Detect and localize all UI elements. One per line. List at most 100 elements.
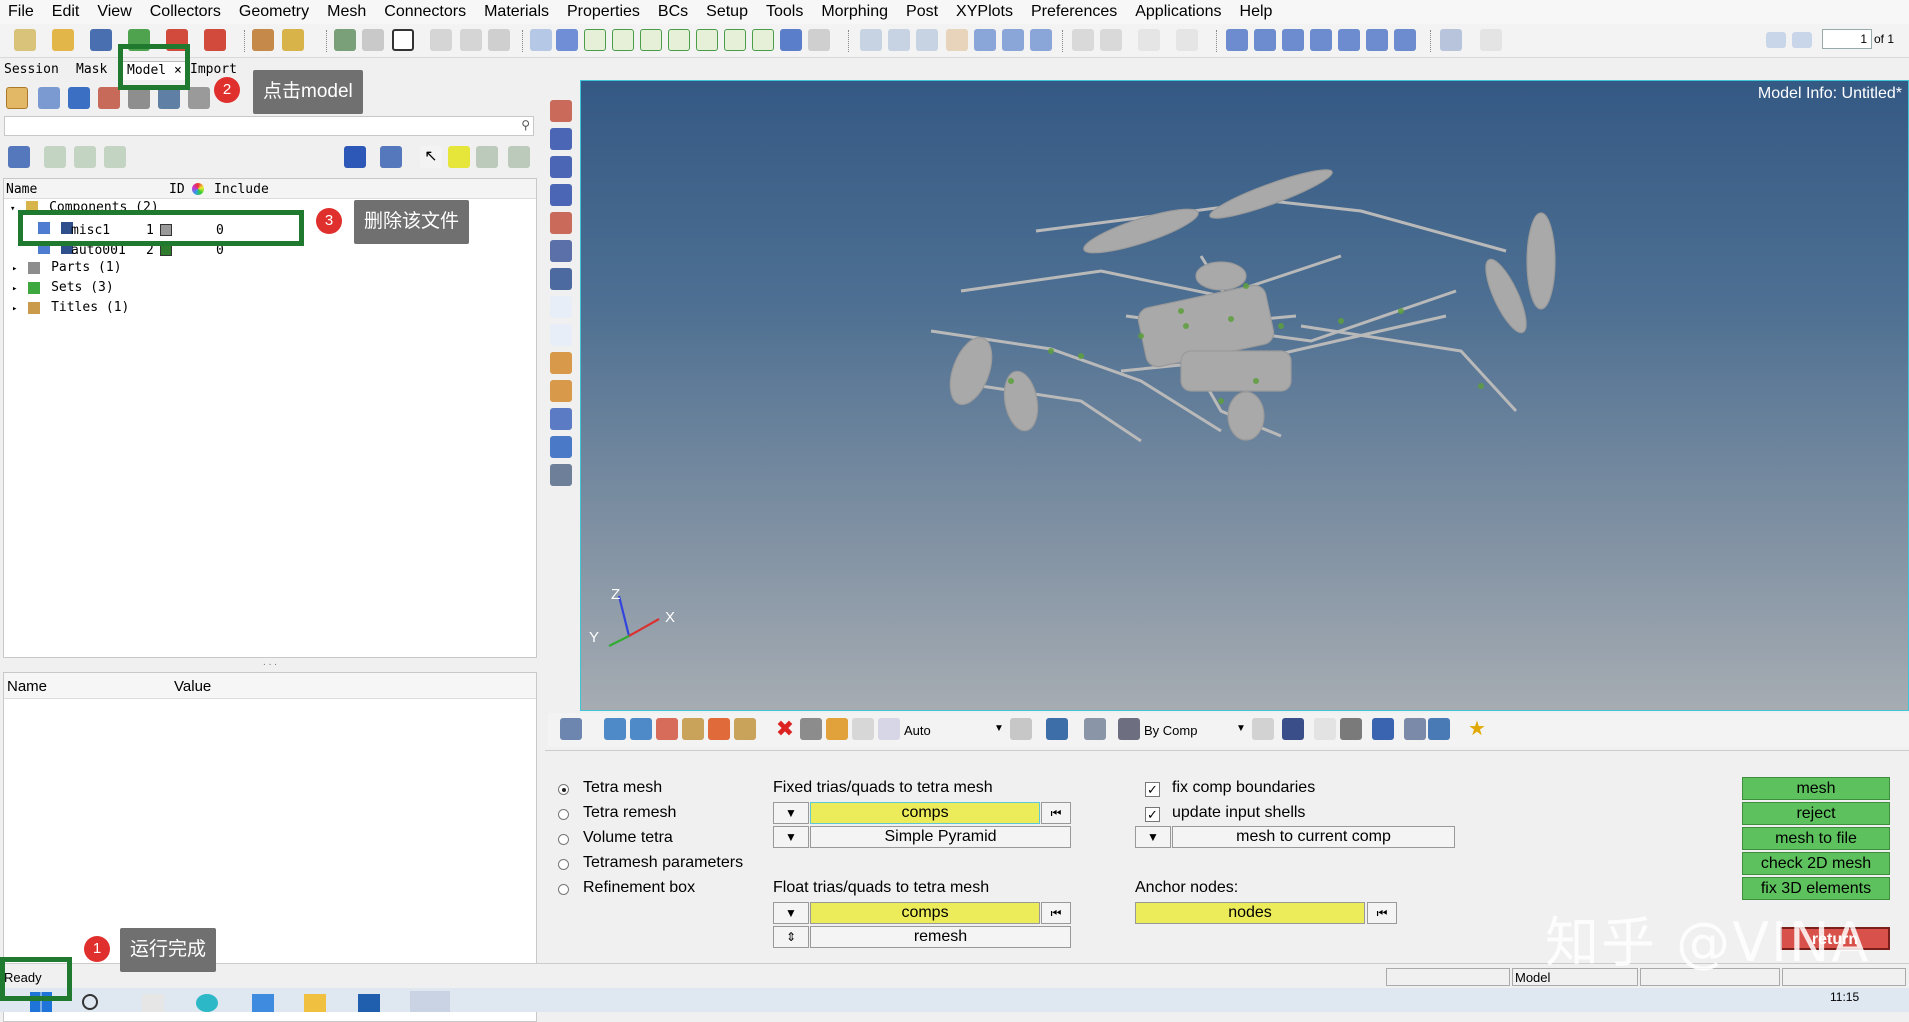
mesh-dest-selector[interactable]: ▼ bbox=[1135, 826, 1171, 848]
shading-icon[interactable] bbox=[1010, 718, 1032, 740]
tool-12-icon[interactable] bbox=[550, 408, 572, 430]
tab-import[interactable]: Import bbox=[186, 61, 248, 80]
show-icon[interactable] bbox=[44, 146, 66, 168]
page-layout-icon[interactable] bbox=[362, 29, 384, 51]
by-comp-select[interactable]: By Comp bbox=[1144, 723, 1236, 741]
update-input-shells-checkbox[interactable]: ✓ bbox=[1145, 807, 1160, 822]
collapse-icon[interactable]: ▾ bbox=[10, 204, 15, 214]
expand-tree-icon[interactable] bbox=[8, 146, 30, 168]
entity-display-icon[interactable] bbox=[380, 146, 402, 168]
mask-icon[interactable] bbox=[800, 718, 822, 740]
feature-icon[interactable] bbox=[1404, 718, 1426, 740]
tool-3-icon[interactable] bbox=[550, 156, 572, 178]
chevron-down-icon[interactable]: ▼ bbox=[994, 723, 1004, 734]
fit-icon[interactable] bbox=[860, 29, 882, 51]
line-icon[interactable] bbox=[1314, 718, 1336, 740]
view-side-icon[interactable] bbox=[752, 29, 774, 51]
filter-icon[interactable] bbox=[188, 87, 210, 109]
volume-tetra-label[interactable]: Volume tetra bbox=[583, 829, 673, 847]
menu-connectors[interactable]: Connectors bbox=[376, 3, 476, 21]
tool-5-icon[interactable] bbox=[550, 212, 572, 234]
remesh-selector[interactable]: ⇕ bbox=[773, 926, 809, 948]
save-model-icon[interactable] bbox=[90, 29, 112, 51]
tool-14-icon[interactable] bbox=[550, 464, 572, 486]
box-icon[interactable] bbox=[1084, 718, 1106, 740]
taskbar-app-4-icon[interactable] bbox=[304, 994, 326, 1012]
tool-7-icon[interactable] bbox=[550, 268, 572, 290]
taskbar-app-5-icon[interactable] bbox=[358, 994, 380, 1012]
paste-special-icon[interactable] bbox=[1176, 29, 1198, 51]
tool-1-icon[interactable] bbox=[550, 100, 572, 122]
system-table-icon[interactable] bbox=[1366, 29, 1388, 51]
color-by-icon[interactable] bbox=[1118, 718, 1140, 740]
menu-materials[interactable]: Materials bbox=[476, 3, 559, 21]
menu-edit[interactable]: Edit bbox=[44, 3, 90, 21]
menu-post[interactable]: Post bbox=[898, 3, 948, 21]
undo-icon[interactable] bbox=[1440, 29, 1462, 51]
tetra-remesh-label[interactable]: Tetra remesh bbox=[583, 804, 676, 822]
display-mode-icon[interactable] bbox=[344, 146, 366, 168]
highlight-icon[interactable] bbox=[448, 146, 470, 168]
model-view-icon[interactable] bbox=[6, 87, 28, 109]
fix-comp-boundaries-checkbox[interactable]: ✓ bbox=[1145, 782, 1160, 797]
radio-tetramesh-parameters[interactable] bbox=[558, 859, 569, 870]
view-iso-icon[interactable] bbox=[668, 29, 690, 51]
fix-comp-boundaries-label[interactable]: fix comp boundaries bbox=[1172, 779, 1315, 797]
select-cursor-icon[interactable]: ↖ bbox=[420, 146, 442, 168]
taskbar-app-6-icon[interactable] bbox=[410, 991, 450, 1012]
info-icon[interactable] bbox=[550, 296, 572, 318]
transform-icon[interactable] bbox=[852, 718, 874, 740]
refinement-box-label[interactable]: Refinement box bbox=[583, 879, 695, 897]
copy-icon[interactable] bbox=[1100, 29, 1122, 51]
chevron-down-icon[interactable]: ▼ bbox=[1236, 723, 1246, 734]
property-table-icon[interactable] bbox=[1254, 29, 1276, 51]
redo-icon[interactable] bbox=[1480, 29, 1502, 51]
delete-icon[interactable]: ✖ bbox=[774, 718, 796, 740]
menu-applications[interactable]: Applications bbox=[1127, 3, 1231, 21]
material-table-icon[interactable] bbox=[1282, 29, 1304, 51]
reset-anchor-icon[interactable]: ⏮ bbox=[1367, 902, 1397, 924]
fixed-comps-button[interactable]: comps bbox=[810, 802, 1040, 824]
wireframe-icon[interactable] bbox=[1252, 718, 1274, 740]
menu-view[interactable]: View bbox=[89, 3, 141, 21]
assembly-icon[interactable] bbox=[38, 87, 60, 109]
settings-gear-icon[interactable] bbox=[560, 718, 582, 740]
reset-float-icon[interactable]: ⏮ bbox=[1041, 902, 1071, 924]
show-all-icon[interactable] bbox=[508, 146, 530, 168]
measure-angle-icon[interactable] bbox=[550, 324, 572, 346]
loads-display-icon[interactable] bbox=[656, 718, 678, 740]
reset-fixed-icon[interactable]: ⏮ bbox=[1041, 802, 1071, 824]
graphics-viewport[interactable]: Model Info: Untitled* Z X Y bbox=[580, 80, 1909, 711]
menu-properties[interactable]: Properties bbox=[559, 3, 650, 21]
window-sync-icon[interactable] bbox=[488, 29, 510, 51]
rotate-y-icon[interactable] bbox=[1002, 29, 1024, 51]
label-icon[interactable] bbox=[550, 352, 572, 374]
tool-6-icon[interactable] bbox=[550, 240, 572, 262]
systems-display-icon[interactable] bbox=[682, 718, 704, 740]
menu-setup[interactable]: Setup bbox=[698, 3, 758, 21]
menu-tools[interactable]: Tools bbox=[758, 3, 813, 21]
component-icon[interactable] bbox=[68, 87, 90, 109]
float-comps-selector[interactable]: ▼ bbox=[773, 902, 809, 924]
page-forward-icon[interactable] bbox=[1792, 32, 1812, 48]
fixed-comps-selector[interactable]: ▼ bbox=[773, 802, 809, 824]
components-display-icon[interactable] bbox=[604, 718, 626, 740]
menu-geometry[interactable]: Geometry bbox=[231, 3, 319, 21]
monitor-icon[interactable] bbox=[1428, 718, 1450, 740]
view-top-icon[interactable] bbox=[724, 29, 746, 51]
radio-volume-tetra[interactable] bbox=[558, 834, 569, 845]
browser-search-input[interactable]: ⚲ bbox=[4, 116, 534, 136]
export-ppt-icon[interactable] bbox=[204, 29, 226, 51]
fix-3d-elements-button[interactable]: fix 3D elements bbox=[1742, 877, 1890, 900]
zoom-icon[interactable] bbox=[530, 29, 552, 51]
tool-2-icon[interactable] bbox=[550, 128, 572, 150]
taskbar-search-icon[interactable] bbox=[82, 994, 98, 1010]
lighting-icon[interactable] bbox=[1046, 718, 1068, 740]
material-icon[interactable] bbox=[98, 87, 120, 109]
set-table-icon[interactable] bbox=[1338, 29, 1360, 51]
mesh-to-current-comp-button[interactable]: mesh to current comp bbox=[1172, 826, 1455, 848]
elements-display-icon[interactable] bbox=[630, 718, 652, 740]
include-table-icon[interactable] bbox=[1394, 29, 1416, 51]
cut-icon[interactable] bbox=[1072, 29, 1094, 51]
search-icon[interactable]: ⚲ bbox=[521, 118, 530, 132]
